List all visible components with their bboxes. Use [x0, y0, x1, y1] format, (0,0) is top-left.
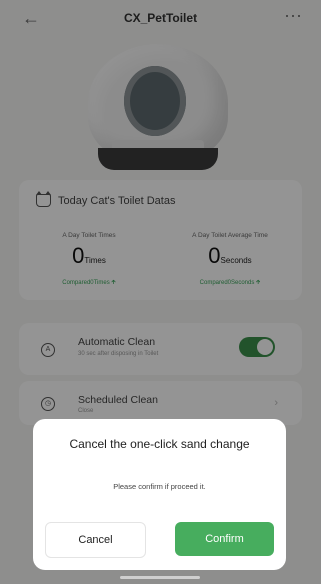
dialog-title: Cancel the one-click sand change — [69, 437, 250, 451]
home-indicator — [120, 576, 200, 579]
cancel-button[interactable]: Cancel — [45, 522, 146, 558]
confirm-dialog: Cancel the one-click sand change Please … — [33, 419, 286, 570]
confirm-button[interactable]: Confirm — [175, 522, 274, 556]
app-screen: ← CX_PetToilet ⋯ Today Cat's Toilet Data… — [0, 0, 321, 584]
dialog-message: Please confirm if proceed it. — [113, 482, 206, 491]
